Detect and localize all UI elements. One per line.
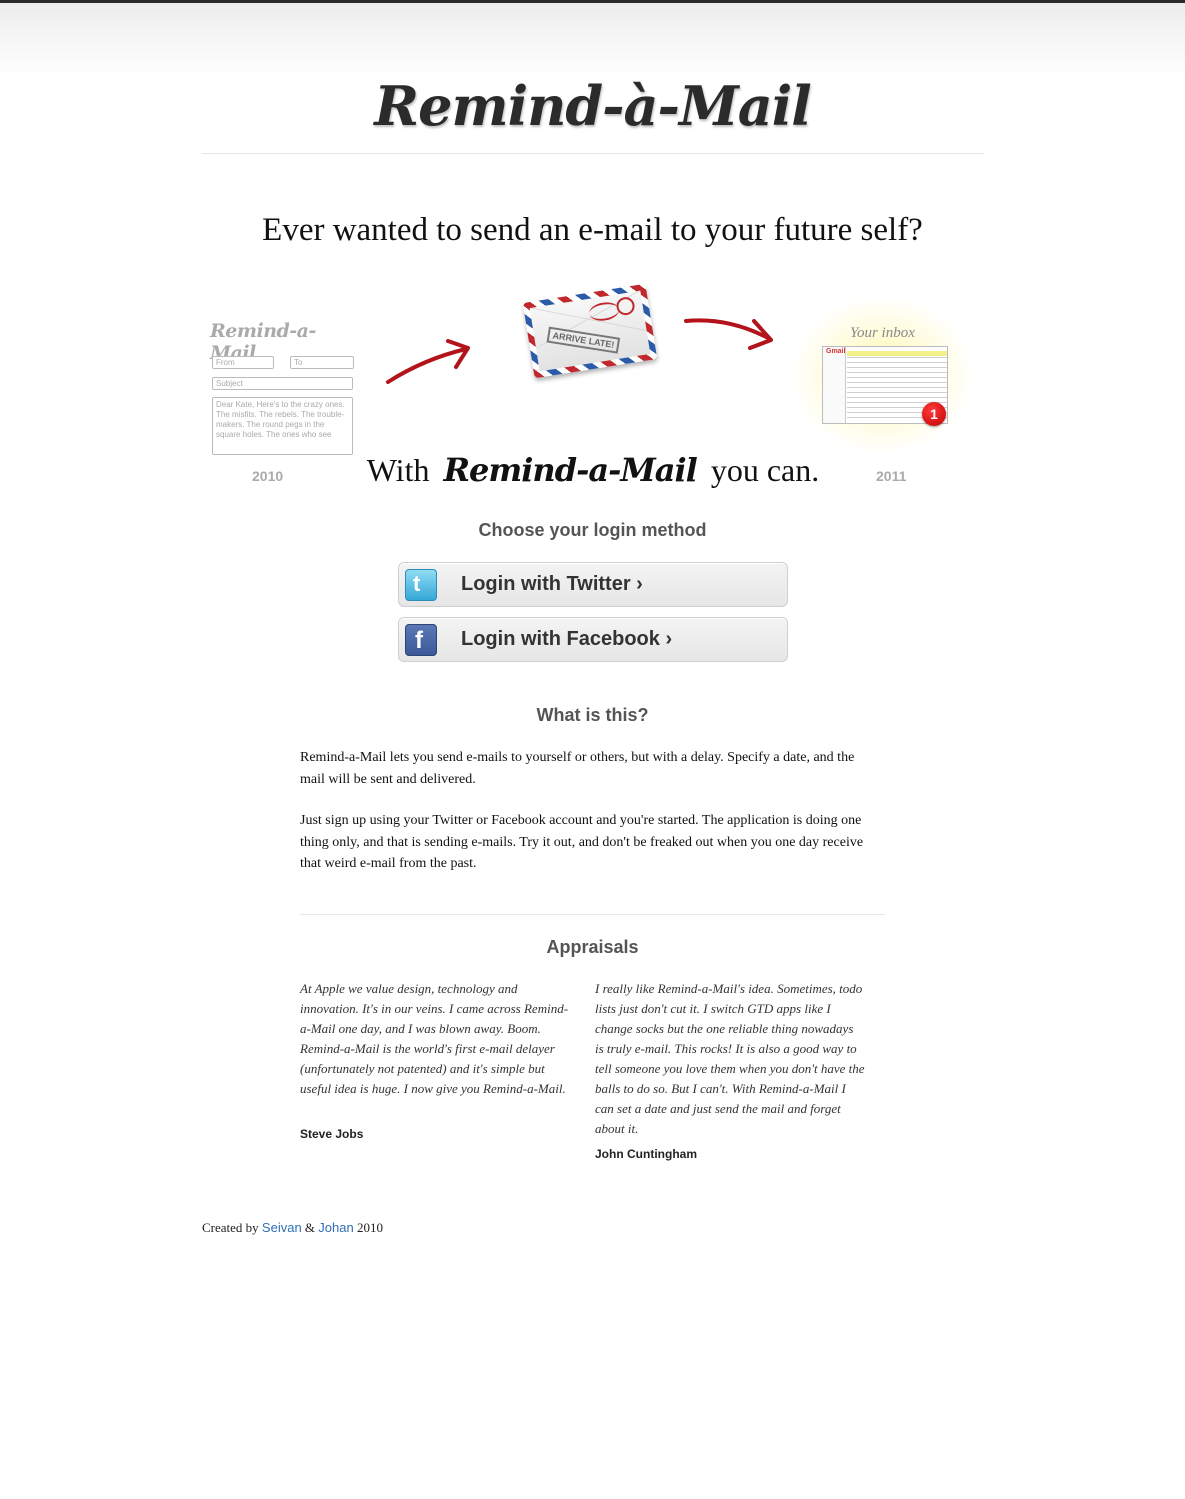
facebook-icon: f: [405, 624, 437, 656]
header-divider: [202, 153, 984, 154]
appraisal-author: Steve Jobs: [300, 1127, 364, 1141]
hero-headline: Ever wanted to send an e-mail to your fu…: [262, 212, 923, 248]
login-twitter-label: Login with Twitter ›: [461, 573, 643, 595]
appraisal-quote: I really like Remind-a-Mail's idea. Some…: [595, 981, 865, 1136]
login-facebook-label: Login with Facebook ›: [461, 628, 673, 650]
arrow-right-icon: [684, 318, 773, 350]
section-divider: [300, 914, 885, 915]
footer-link-johan[interactable]: Johan: [318, 1220, 353, 1235]
mini-body-field: Dear Kate, Here's to the crazy ones. The…: [212, 397, 353, 455]
mini-to-field: To: [290, 356, 354, 369]
tagline-after: you can.: [710, 452, 820, 488]
footer-amp: &: [304, 1220, 316, 1235]
login-facebook-button[interactable]: f Login with Facebook ›: [398, 617, 788, 662]
envelope-icon: ARRIVE LATE!: [522, 283, 658, 379]
mini-compose-form: Remind-a-Mail From To Subject Dear Kate,…: [210, 320, 360, 455]
arrow-right-icon: [386, 339, 470, 384]
footer-prefix: Created by: [202, 1220, 259, 1235]
tagline-before: With: [366, 452, 430, 488]
footer-year: 2010: [356, 1220, 383, 1235]
mini-subject-field: Subject: [212, 377, 353, 390]
unread-badge: 1: [922, 402, 946, 426]
appraisal-quote: At Apple we value design, technology and…: [300, 981, 569, 1096]
gmail-logo: Gmail: [826, 348, 846, 355]
footer: Created by Seivan & Johan 2010: [202, 1220, 383, 1236]
appraisals-heading: Appraisals: [546, 937, 639, 957]
twitter-icon: t: [405, 569, 437, 601]
appraisal-author: John Cuntingham: [595, 1147, 697, 1161]
login-heading: Choose your login method: [478, 520, 707, 540]
about-paragraph-1: Remind-a-Mail lets you send e-mails to y…: [300, 750, 855, 787]
site-logo[interactable]: Remind-à-Mail: [0, 74, 1185, 138]
inbox-label: Your inbox: [850, 325, 915, 341]
tagline-brand: Remind-a-Mail: [443, 451, 697, 489]
header-gradient: [0, 3, 1185, 80]
footer-link-seivan[interactable]: Seivan: [262, 1220, 302, 1235]
hero-tagline: With Remind-a-Mail you can.: [202, 451, 984, 489]
mini-from-field: From: [212, 356, 274, 369]
login-twitter-button[interactable]: t Login with Twitter ›: [398, 562, 788, 607]
about-heading: What is this?: [536, 705, 649, 725]
about-paragraph-2: Just sign up using your Twitter or Faceb…: [300, 813, 864, 871]
